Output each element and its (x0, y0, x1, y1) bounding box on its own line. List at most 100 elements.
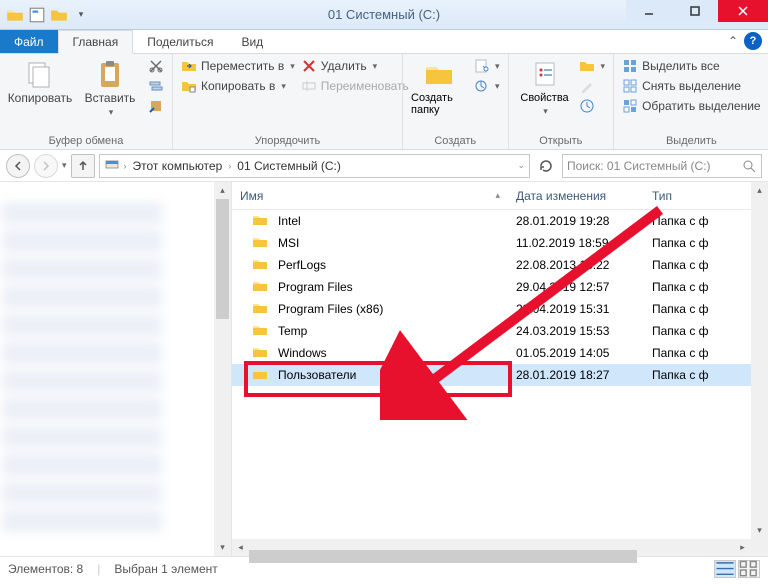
copy-to-button[interactable]: Копировать в▾ (181, 78, 295, 94)
folder-icon[interactable] (6, 6, 24, 24)
navigation-pane[interactable]: ▴ ▾ (0, 182, 232, 556)
file-type: Папка с ф (644, 302, 768, 316)
history-button[interactable] (579, 98, 606, 114)
edit-button[interactable] (579, 78, 606, 94)
file-row[interactable]: Пользователи28.01.2019 18:27Папка с ф (232, 364, 768, 386)
search-icon (741, 158, 757, 174)
drive-icon (104, 156, 120, 175)
cut-button[interactable] (148, 58, 164, 74)
qat-dropdown-icon[interactable]: ▾ (72, 6, 90, 24)
forward-button[interactable] (34, 154, 58, 178)
copy-path-button[interactable] (148, 78, 164, 94)
blurred-tree (2, 196, 162, 536)
chevron-right-icon[interactable]: › (122, 161, 129, 171)
file-type: Папка с ф (644, 280, 768, 294)
file-row[interactable]: Intel28.01.2019 19:28Папка с ф (232, 210, 768, 232)
tab-view[interactable]: Вид (227, 30, 277, 53)
new-folder-qat-icon[interactable] (50, 6, 68, 24)
close-button[interactable] (718, 0, 768, 22)
ribbon-group-new: Создать папку ▾ ▾ Создать (403, 54, 509, 149)
chevron-right-icon[interactable]: › (226, 161, 233, 171)
help-icon[interactable]: ? (744, 32, 762, 50)
file-row[interactable]: Program Files (x86)23.04.2019 15:31Папка… (232, 298, 768, 320)
file-date: 29.04.2019 12:57 (508, 280, 644, 294)
folder-icon (252, 278, 268, 297)
invert-selection-button[interactable]: Обратить выделение (622, 98, 761, 114)
properties-button[interactable]: Свойства ▾ (517, 58, 573, 117)
paste-button[interactable]: Вставить ▾ (78, 58, 142, 118)
file-date: 01.05.2019 14:05 (508, 346, 644, 360)
maximize-button[interactable] (672, 0, 718, 22)
address-dropdown-icon[interactable]: ⌄ (517, 160, 525, 171)
paste-shortcut-button[interactable] (148, 98, 164, 114)
title-bar: ▾ 01 Системный (C:) (0, 0, 768, 30)
column-type[interactable]: Тип (644, 189, 768, 203)
back-button[interactable] (6, 154, 30, 178)
easy-access-button[interactable]: ▾ (473, 78, 500, 94)
file-date: 28.01.2019 19:28 (508, 214, 644, 228)
refresh-button[interactable] (534, 154, 558, 178)
crumb-this-pc[interactable]: Этот компьютер (131, 159, 225, 173)
move-to-button[interactable]: Переместить в▾ (181, 58, 295, 74)
folder-icon (252, 212, 268, 231)
file-name: Temp (278, 324, 307, 338)
details-view-button[interactable] (714, 560, 736, 578)
icons-view-button[interactable] (738, 560, 760, 578)
breadcrumb[interactable]: › Этот компьютер › 01 Системный (C:) ⌄ (99, 154, 530, 178)
file-row[interactable]: Temp 24.03.2019 15:53Папка с ф (232, 320, 768, 342)
status-selected-count: Выбран 1 элемент (114, 562, 217, 576)
chevron-down-icon: ▾ (109, 107, 114, 118)
delete-button[interactable]: Удалить▾ (301, 58, 409, 74)
ribbon-group-open: Свойства ▾ ▾ Открыть (509, 54, 615, 149)
new-folder-button[interactable]: Создать папку (411, 58, 467, 116)
search-input[interactable]: Поиск: 01 Системный (C:) (562, 154, 762, 178)
file-row[interactable]: Program Files29.04.2019 12:57Папка с ф (232, 276, 768, 298)
file-name: Пользователи (278, 368, 356, 382)
file-date: 24.03.2019 15:53 (508, 324, 644, 338)
properties-icon[interactable] (28, 6, 46, 24)
select-none-button[interactable]: Снять выделение (622, 78, 761, 94)
minimize-button[interactable] (626, 0, 672, 22)
folder-icon (252, 322, 268, 341)
status-item-count: Элементов: 8 (8, 562, 83, 576)
rename-button[interactable]: Переименовать (301, 78, 409, 94)
select-all-button[interactable]: Выделить все (622, 58, 761, 74)
file-list: Intel28.01.2019 19:28Папка с фMSI11.02.2… (232, 210, 768, 386)
recent-locations-icon[interactable]: ▾ (62, 160, 67, 171)
file-row[interactable]: MSI11.02.2019 18:59Папка с ф (232, 232, 768, 254)
tab-file[interactable]: Файл (0, 30, 58, 53)
file-date: 22.08.2013 18:22 (508, 258, 644, 272)
file-scrollbar-horizontal[interactable]: ◂ ▸ (232, 539, 751, 556)
folder-icon (252, 300, 268, 319)
file-scrollbar-vertical[interactable]: ▴ ▾ (751, 182, 768, 556)
quick-access-toolbar: ▾ (0, 6, 90, 24)
file-row[interactable]: Windows 01.05.2019 14:05Папка с ф (232, 342, 768, 364)
file-type: Папка с ф (644, 368, 768, 382)
file-name: Windows (278, 346, 327, 360)
ribbon-collapse-icon[interactable]: ⌃ (728, 34, 738, 48)
file-type: Папка с ф (644, 346, 768, 360)
folder-icon (252, 234, 268, 253)
folder-icon (252, 366, 268, 385)
crumb-drive[interactable]: 01 Системный (C:) (235, 159, 343, 173)
file-date: 23.04.2019 15:31 (508, 302, 644, 316)
new-item-button[interactable]: ▾ (473, 58, 500, 74)
folder-icon (252, 256, 268, 275)
file-name: MSI (278, 236, 299, 250)
file-name: Intel (278, 214, 301, 228)
open-button[interactable]: ▾ (579, 58, 606, 74)
column-name[interactable]: Имя▴ (232, 189, 508, 203)
copy-button[interactable]: Копировать (8, 58, 72, 105)
ribbon-tabs: Файл Главная Поделиться Вид ⌃ ? (0, 30, 768, 54)
file-row[interactable]: PerfLogs22.08.2013 18:22Папка с ф (232, 254, 768, 276)
tab-home[interactable]: Главная (58, 30, 134, 54)
column-headers: Имя▴ Дата изменения Тип (232, 182, 768, 210)
sort-ascending-icon: ▴ (495, 190, 500, 201)
sidebar-scrollbar[interactable]: ▴ ▾ (214, 182, 231, 556)
column-date[interactable]: Дата изменения (508, 189, 644, 203)
tab-share[interactable]: Поделиться (133, 30, 227, 53)
file-type: Папка с ф (644, 236, 768, 250)
file-type: Папка с ф (644, 324, 768, 338)
up-button[interactable] (71, 154, 95, 178)
ribbon: Копировать Вставить ▾ Буфер обмена Перем… (0, 54, 768, 150)
